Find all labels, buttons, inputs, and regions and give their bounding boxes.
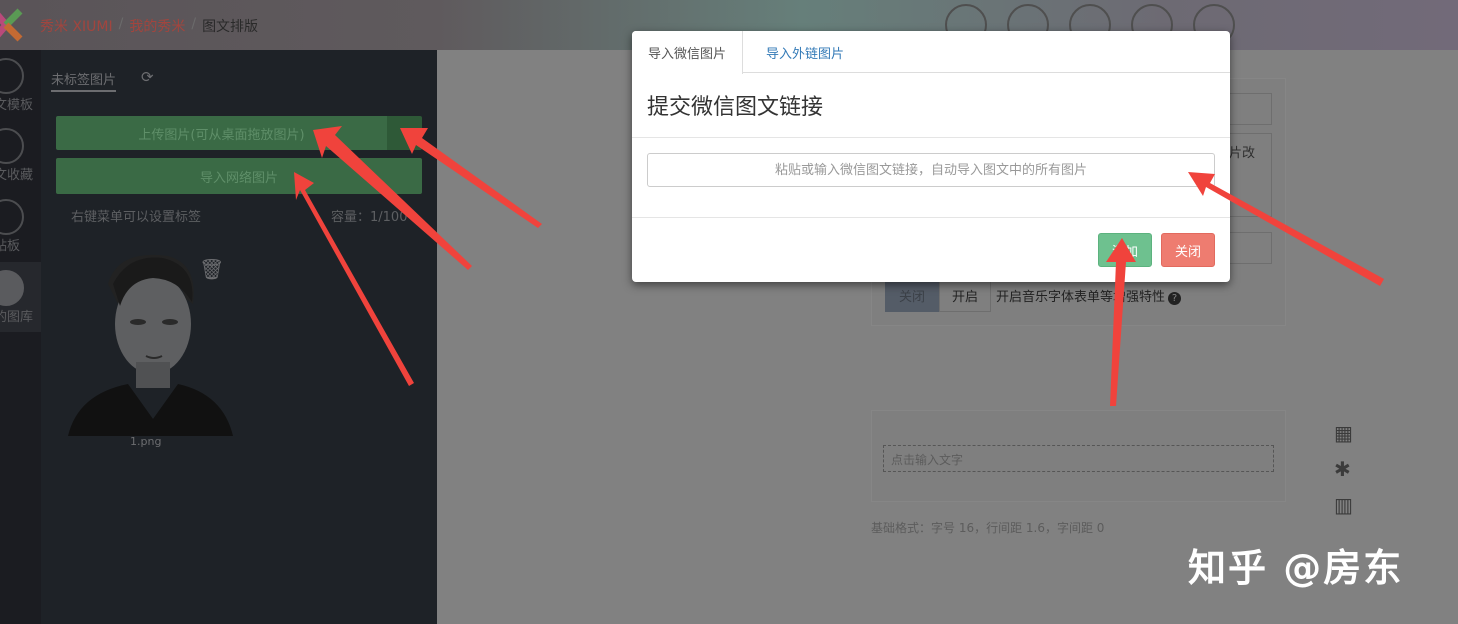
clipboard-icon (0, 199, 24, 235)
breadcrumb: 秀米 XIUMI / 我的秀米 / 图文排版 (40, 16, 258, 36)
breadcrumb-separator: / (191, 16, 197, 32)
divider (632, 137, 1230, 138)
image-filename: 1.png (130, 435, 162, 448)
toggle-on-button[interactable]: 开启 (939, 279, 991, 312)
upload-image-button[interactable]: 上传图片(可从桌面拖放图片) (56, 116, 387, 150)
add-button[interactable]: 添加 (1098, 233, 1152, 267)
breadcrumb-separator: / (118, 16, 124, 32)
breadcrumb-current: 图文排版 (202, 19, 259, 35)
wechat-link-input[interactable] (647, 153, 1215, 187)
breadcrumb-my-xiumi-link[interactable]: 我的秀米 (129, 16, 185, 36)
enhanced-features-label: 开启音乐字体表单等增强特性? (996, 286, 1182, 305)
capacity-label: 容量：1/100 (331, 210, 408, 225)
import-modal: 导入微信图片 导入外链图片 提交微信图文链接 添加 关闭 (632, 31, 1230, 282)
sidebar-item-label: 的图库 (0, 310, 34, 325)
tab-untagged-images[interactable]: 未标签图片 (51, 69, 117, 92)
enhanced-features-text: 开启音乐字体表单等增强特性 (996, 290, 1166, 305)
sidebar-rail: 文模板 文收藏 贴板 的图库 (0, 50, 41, 624)
image-gallery-icon (0, 270, 24, 306)
question-icon[interactable]: ? (1168, 292, 1182, 305)
watermark: 知乎 @房东 (1188, 546, 1404, 590)
close-button[interactable]: 关闭 (1161, 233, 1215, 267)
divider (632, 217, 1230, 218)
side-tools: ▦ ✱ ▥ (1334, 421, 1353, 517)
sidebar-item-label: 文模板 (0, 98, 34, 113)
asterisk-icon[interactable]: ✱ (1334, 457, 1353, 481)
refresh-icon[interactable]: ⟳ (141, 68, 154, 86)
xiumi-logo-icon (0, 8, 23, 42)
bar-chart-icon[interactable]: ▥ (1334, 493, 1353, 517)
import-web-image-button[interactable]: 导入网络图片 (56, 158, 422, 194)
modal-title: 提交微信图文链接 (647, 95, 824, 120)
settings-side-text: 片改 (1229, 146, 1256, 161)
sidebar-item-templates[interactable]: 文模板 (0, 50, 41, 120)
grid-icon[interactable]: ▦ (1334, 421, 1353, 445)
list-icon (0, 58, 24, 94)
tab-import-wechat[interactable]: 导入微信图片 (632, 31, 744, 74)
breadcrumb-home-link[interactable]: 秀米 XIUMI (40, 16, 113, 36)
tab-import-external[interactable]: 导入外链图片 (750, 31, 860, 73)
image-library-panel: 未标签图片 ⟳ 上传图片(可从桌面拖放图片) 导入网络图片 右键菜单可以设置标签… (41, 50, 437, 624)
sidebar-item-label: 贴板 (0, 239, 21, 254)
toggle-off-button[interactable]: 关闭 (885, 279, 939, 312)
modal-tabs: 导入微信图片 导入外链图片 (632, 31, 1230, 74)
sidebar-item-favorites[interactable]: 文收藏 (0, 120, 41, 190)
upload-dropdown-caret[interactable] (387, 116, 422, 150)
sidebar-item-clipboard[interactable]: 贴板 (0, 191, 41, 261)
bookmark-icon (0, 128, 24, 164)
format-note: 基础格式：字号 16，行间距 1.6，字间距 0 (871, 521, 1105, 535)
right-click-hint: 右键菜单可以设置标签 (71, 210, 202, 225)
sidebar-item-label: 文收藏 (0, 168, 34, 183)
trash-icon[interactable]: 🗑 (199, 257, 224, 281)
sidebar-item-gallery[interactable]: 的图库 (0, 262, 41, 332)
text-input-area[interactable]: 点击输入文字 (883, 445, 1274, 472)
